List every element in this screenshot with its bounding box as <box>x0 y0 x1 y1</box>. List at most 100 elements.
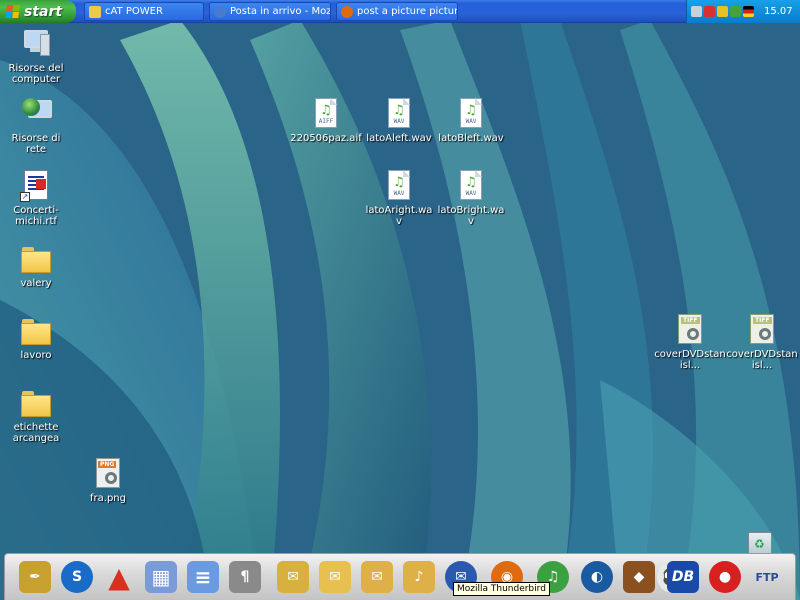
folder-icon <box>89 5 101 18</box>
desktop-icon-coverdvd-2[interactable]: TIFF coverDVDstanisl... <box>726 314 798 371</box>
dock-item-quill[interactable]: ✒ <box>17 559 53 595</box>
flag-icon[interactable] <box>743 6 754 17</box>
system-tray: 15.07 <box>686 0 800 23</box>
taskbar-button-cat-power[interactable]: cAT POWER <box>84 2 204 21</box>
desktop-icon-latoaright[interactable]: ♫ WAV latoAright.wav <box>363 170 435 227</box>
task-label: cAT POWER <box>105 6 163 17</box>
dock-item-network-tool[interactable]: ✉ <box>275 559 311 595</box>
quill-app-icon: ✒ <box>19 561 51 593</box>
security-icon[interactable] <box>704 6 715 17</box>
desktop-wallpaper <box>0 0 800 600</box>
file-type-tag: TIFF <box>753 317 772 324</box>
task-label: post a picture picture... <box>357 6 458 17</box>
file-type-tag: AIFF <box>318 118 334 125</box>
desktop-icon-label: latoBright.wav <box>437 205 505 227</box>
emule-icon: ◆ <box>623 561 655 593</box>
dock-item-google-earth[interactable]: ◐ <box>579 559 615 595</box>
desktop-icon-valery[interactable]: valery <box>0 243 72 289</box>
wav-audio-icon: ♫ WAV <box>383 98 415 130</box>
dock-item-folder-mail[interactable]: ✉ <box>317 559 353 595</box>
dock-item-ftp[interactable]: FTP <box>749 559 785 595</box>
dock-item-folder-dock[interactable]: ✉ <box>359 559 395 595</box>
desktop-icon-fra-png[interactable]: PNG fra.png <box>72 458 144 504</box>
desktop-icon-label: lavoro <box>20 350 52 361</box>
taskbar-button-thunderbird[interactable]: Posta in arrivo - Mozill... <box>209 2 331 21</box>
desktop-icon-my-computer[interactable]: Risorse del computer <box>0 28 72 85</box>
dock-item-flashget[interactable]: S <box>59 559 95 595</box>
wav-audio-icon: ♫ WAV <box>455 170 487 202</box>
desktop-icon-label: valery <box>20 278 52 289</box>
desktop-icon-220506paz[interactable]: ♫ AIFF 220506paz.aif <box>290 98 362 144</box>
clock[interactable]: 15.07 <box>764 6 793 17</box>
desktop-icon-label: 220506paz.aif <box>290 133 362 144</box>
dock-tooltip: Mozilla Thunderbird <box>453 582 550 596</box>
desktop-icon-network-places[interactable]: Risorse di rete <box>0 98 72 155</box>
dock-item-folder-music[interactable]: ♪ <box>401 559 437 595</box>
dock-item-pyramid[interactable]: ▲ <box>101 559 137 595</box>
start-button[interactable]: start <box>0 0 76 23</box>
desktop-icon-label: coverDVDstanisl... <box>726 349 798 371</box>
network-places-icon <box>20 98 52 130</box>
taskbar: start cAT POWER Posta in arrivo - Mozill… <box>0 0 800 23</box>
dock-item-emule[interactable]: ◆ <box>621 559 657 595</box>
network-icon[interactable] <box>691 6 702 17</box>
flashget-icon: S <box>61 561 93 593</box>
desktop-icon-label: Risorse del computer <box>8 63 64 85</box>
desktop-icon-concerti-michi[interactable]: ↗ Concerti-michi.rtf <box>0 170 72 227</box>
desktop-icon-label: Risorse di rete <box>11 133 61 155</box>
desktop-icon-latobleft[interactable]: ♫ WAV latoBleft.wav <box>435 98 507 144</box>
desktop-icon-latobright[interactable]: ♫ WAV latoBright.wav <box>435 170 507 227</box>
desktop-icon-label: latoAleft.wav <box>366 133 432 144</box>
wav-audio-icon: ♫ WAV <box>455 98 487 130</box>
bluetooth-icon[interactable] <box>730 6 741 17</box>
desktop-icon-lavoro[interactable]: lavoro <box>0 315 72 361</box>
desktop-icon-etichette-arcangea[interactable]: etichette arcangea <box>0 387 72 444</box>
application-dock: ✒ S ▲ ▦ ≡ ¶ ✉ ✉ ✉ ♪ ✉ ◉ ♫ ◐ ◆ ⚽ DB ● FTP <box>4 553 796 600</box>
notepad-icon: ≡ <box>187 561 219 593</box>
pyramid-app-icon: ▲ <box>108 560 130 594</box>
folder-mail-icon: ✉ <box>319 561 351 593</box>
agave-wallpaper-art <box>0 0 800 600</box>
folder-icon <box>20 315 52 347</box>
dock-item-db[interactable]: DB <box>665 559 701 595</box>
text-editor-icon: ¶ <box>229 561 261 593</box>
file-type-tag: TIFF <box>681 317 700 324</box>
desktop-icon-label: latoAright.wav <box>365 205 433 227</box>
google-earth-icon: ◐ <box>581 561 613 593</box>
desktop-icon-label: coverDVDstanisl... <box>654 349 726 371</box>
taskbar-button-firefox[interactable]: post a picture picture... <box>336 2 458 21</box>
file-type-tag: WAV <box>393 190 405 197</box>
desktop-icon-label: Concerti-michi.rtf <box>13 205 59 227</box>
dock-item-text-editor[interactable]: ¶ <box>227 559 263 595</box>
thunderbird-icon <box>214 5 226 18</box>
desktop-icon-label: latoBleft.wav <box>438 133 504 144</box>
ftp-app-icon: FTP <box>755 570 779 584</box>
db-app-icon: DB <box>667 561 699 593</box>
dock-item-notepad[interactable]: ≡ <box>185 559 221 595</box>
zonealarm-icon[interactable] <box>717 6 728 17</box>
start-label: start <box>24 3 63 20</box>
file-type-tag: WAV <box>393 118 405 125</box>
windows-logo-icon <box>5 4 21 19</box>
folder-dock-icon: ✉ <box>361 561 393 593</box>
file-type-tag: WAV <box>465 118 477 125</box>
dock-item-calculator[interactable]: ▦ <box>143 559 179 595</box>
folder-icon <box>20 243 52 275</box>
firefox-icon <box>341 5 353 18</box>
network-tool-icon: ✉ <box>277 561 309 593</box>
file-type-tag: PNG <box>98 461 117 468</box>
my-computer-icon <box>20 28 52 60</box>
burning-app-icon: ● <box>709 561 741 593</box>
desktop-icon-coverdvd-1[interactable]: TIFF coverDVDstanisl... <box>654 314 726 371</box>
folder-icon <box>20 387 52 419</box>
dock-item-burning[interactable]: ● <box>707 559 743 595</box>
tiff-file-icon: TIFF <box>674 314 706 346</box>
desktop-icon-latoaleft[interactable]: ♫ WAV latoAleft.wav <box>363 98 435 144</box>
desktop-icon-label: etichette arcangea <box>12 422 60 444</box>
desktop-icon-label: fra.png <box>90 493 126 504</box>
rtf-document-icon: ↗ <box>20 170 52 202</box>
tiff-file-icon: TIFF <box>746 314 778 346</box>
calculator-icon: ▦ <box>145 561 177 593</box>
aiff-audio-icon: ♫ AIFF <box>310 98 342 130</box>
task-label: Posta in arrivo - Mozill... <box>230 6 331 17</box>
